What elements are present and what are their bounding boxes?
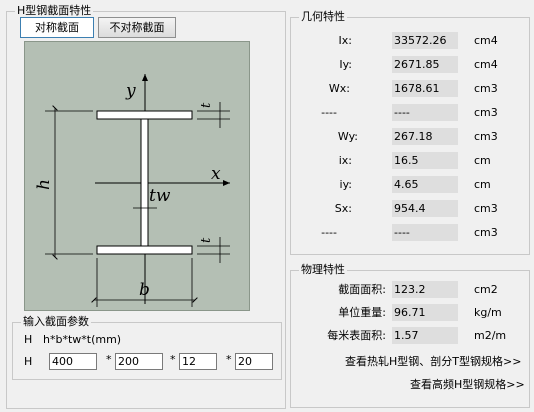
- property-value: 2671.85: [392, 56, 458, 73]
- x-axis-label: x: [211, 164, 221, 184]
- property-value: ----: [392, 224, 458, 241]
- separator-3: *: [226, 353, 232, 366]
- property-value: 33572.26: [392, 32, 458, 49]
- section-drawing: y x h b t t tw: [24, 41, 250, 311]
- property-label: Wy:: [337, 130, 358, 143]
- property-unit: cm3: [474, 226, 498, 239]
- property-label: 截面面积:: [338, 283, 386, 296]
- web: [140, 118, 149, 247]
- physical-properties-title: 物理特性: [299, 263, 347, 277]
- bottom-flange: [96, 245, 193, 255]
- view-high-frequency-specs-link[interactable]: 查看高频H型钢规格>>: [410, 378, 525, 392]
- tw-label: tw: [149, 186, 171, 206]
- property-unit: cm: [474, 178, 491, 191]
- property-value: 123.2: [392, 281, 458, 298]
- property-label: Sx:: [334, 202, 352, 215]
- tab-symmetric-section[interactable]: 对称截面: [20, 17, 94, 38]
- property-value: 267.18: [392, 128, 458, 145]
- property-label: 单位重量:: [338, 306, 386, 319]
- input-params-title: 输入截面参数: [21, 315, 91, 329]
- property-value: ----: [392, 104, 458, 121]
- width-input[interactable]: [115, 353, 163, 370]
- b-label: b: [139, 280, 150, 300]
- height-input[interactable]: [49, 353, 97, 370]
- y-axis-label: y: [125, 81, 136, 101]
- geometry-properties-title: 几何特性: [299, 10, 347, 24]
- property-unit: cm4: [474, 34, 498, 47]
- section-properties-title: H型钢截面特性: [15, 4, 94, 18]
- formula-prefix: H: [24, 333, 33, 346]
- property-value: 96.71: [392, 304, 458, 321]
- property-label: iy:: [339, 178, 352, 191]
- param-row-label: H: [24, 355, 33, 368]
- property-label: ----: [321, 226, 337, 239]
- separator-1: *: [106, 353, 112, 366]
- separator-2: *: [170, 353, 176, 366]
- property-unit: cm2: [474, 283, 498, 296]
- property-unit: cm3: [474, 82, 498, 95]
- property-label: Ix:: [338, 34, 352, 47]
- property-unit: m2/m: [474, 329, 507, 342]
- view-hot-rolled-specs-link[interactable]: 查看热轧H型钢、剖分T型钢规格>>: [345, 355, 521, 369]
- property-unit: cm: [474, 154, 491, 167]
- property-label: Wx:: [328, 82, 350, 95]
- t-top-label: t: [199, 102, 214, 108]
- top-flange: [96, 110, 193, 120]
- t-bottom-label: t: [199, 237, 214, 243]
- h-label: h: [34, 179, 54, 190]
- property-label: ix:: [338, 154, 352, 167]
- property-unit: kg/m: [474, 306, 502, 319]
- property-unit: cm4: [474, 58, 498, 71]
- property-value: 954.4: [392, 200, 458, 217]
- property-value: 1.57: [392, 327, 458, 344]
- property-label: 每米表面积:: [327, 329, 386, 342]
- property-unit: cm3: [474, 202, 498, 215]
- property-label: ----: [321, 106, 337, 119]
- property-value: 4.65: [392, 176, 458, 193]
- property-value: 1678.61: [392, 80, 458, 97]
- input-params-group: 输入截面参数: [12, 315, 282, 380]
- property-unit: cm3: [474, 106, 498, 119]
- property-label: Iy:: [339, 58, 352, 71]
- i-beam-diagram: y x h b t t tw: [34, 74, 230, 307]
- web-thickness-input[interactable]: [179, 353, 217, 370]
- property-value: 16.5: [392, 152, 458, 169]
- property-unit: cm3: [474, 130, 498, 143]
- tab-asymmetric-section[interactable]: 不对称截面: [98, 17, 176, 38]
- flange-thickness-input[interactable]: [235, 353, 273, 370]
- formula-text: h*b*tw*t(mm): [43, 333, 122, 346]
